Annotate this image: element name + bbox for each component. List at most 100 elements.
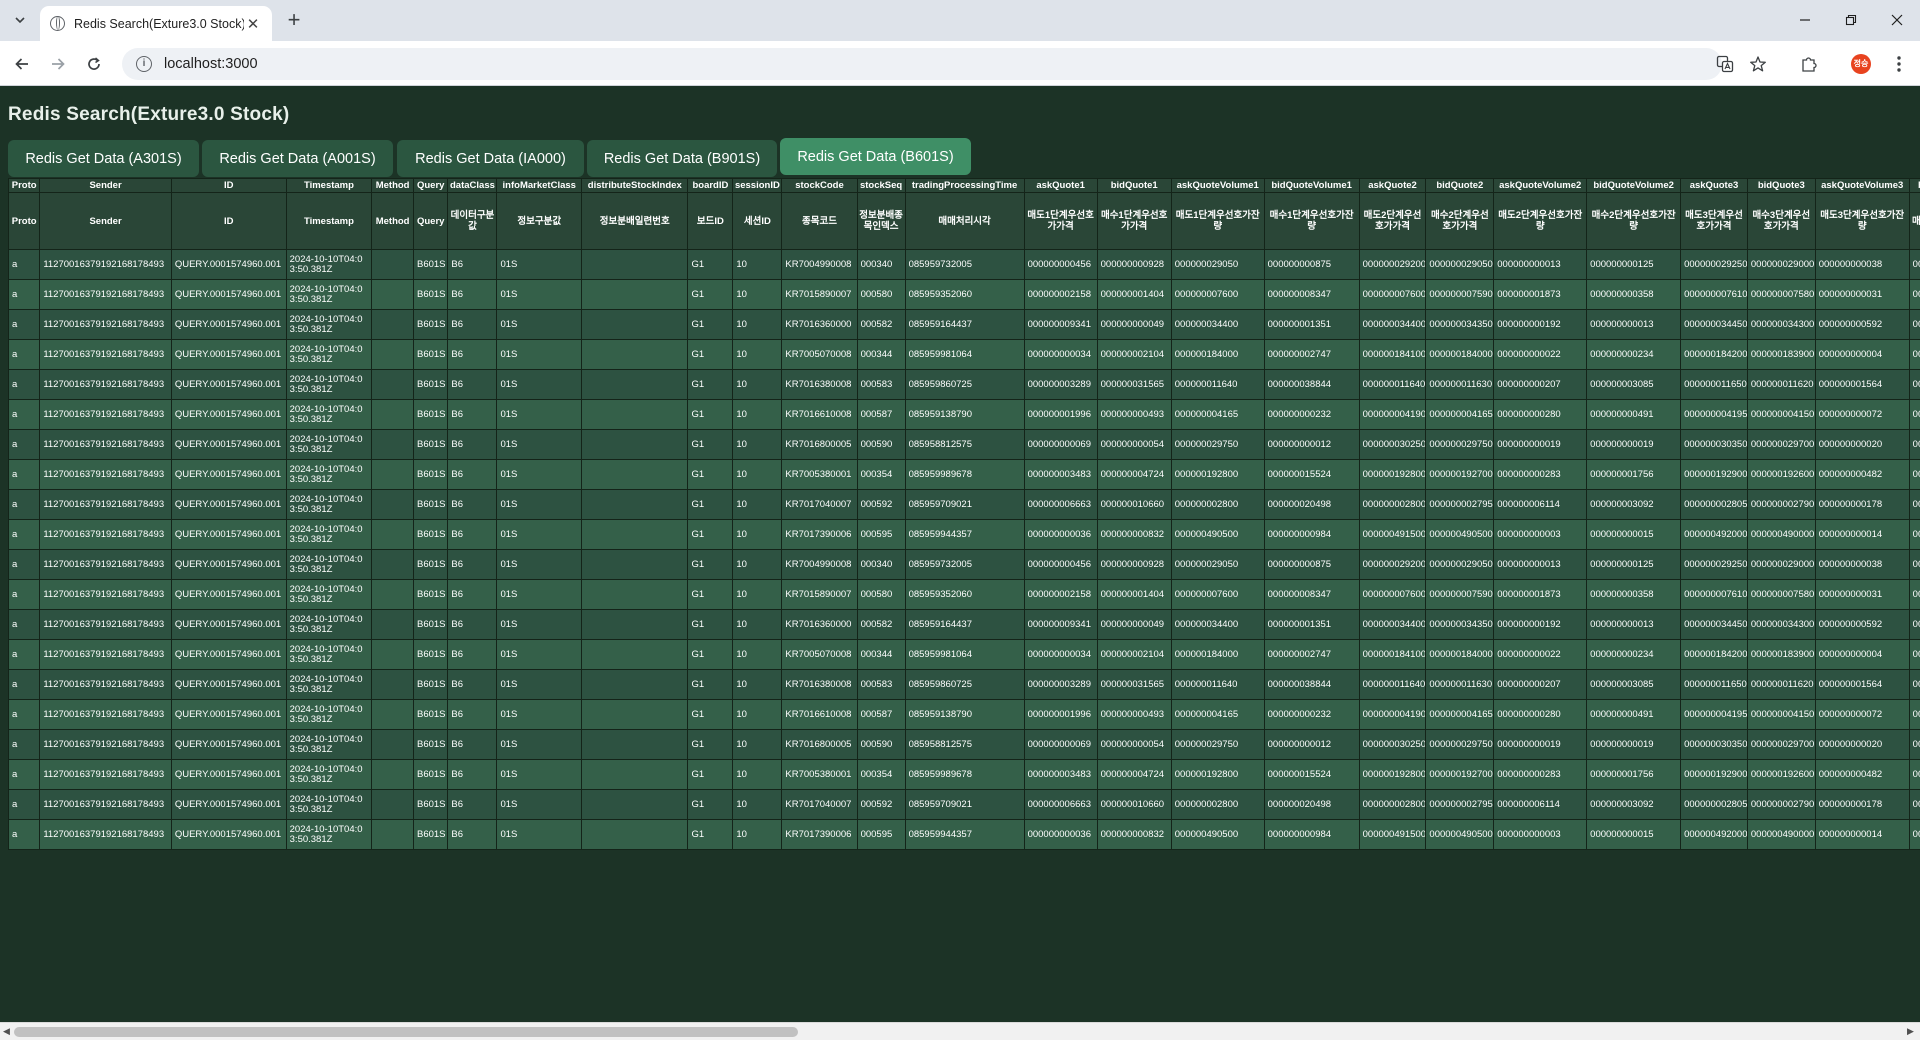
table-cell: 000000491500 [1358, 519, 1427, 550]
table-row[interactable]: a 11270016379192168178493 QUERY.0001574960… [7, 429, 1920, 460]
table-row[interactable]: a 11270016379192168178493 QUERY.0001574960… [7, 519, 1920, 550]
table-row[interactable]: a 11270016379192168178493 QUERY.0001574960… [7, 729, 1920, 760]
table-cell: 01S [496, 549, 583, 580]
table-cell: 000583 [856, 369, 906, 400]
table-cell: 000000000034 [1023, 339, 1098, 370]
close-tab-icon[interactable]: ✕ [244, 15, 262, 33]
data-table: Proto Sender ID Timestamp Method Query dataCla… [7, 178, 1920, 850]
table-cell: 000590 [856, 429, 906, 460]
table-cell: 11270016379192168178493 [39, 549, 172, 580]
table-row[interactable]: a 11270016379192168178493 QUERY.0001574960… [7, 789, 1920, 820]
table-row[interactable]: a 11270016379192168178493 QUERY.0001574960… [7, 279, 1920, 310]
column-header-local: 매수2단계우선호가잔량 [1586, 192, 1682, 250]
table-cell: 2024-10-10T04:03:50.381Z [285, 729, 373, 760]
table-cell: 10 [732, 399, 783, 430]
info-icon[interactable]: i [136, 56, 152, 72]
table-cell: 2024-10-10T04:03:50.381Z [285, 669, 373, 700]
table-cell: 2024-10-10T04:03:50.381Z [285, 429, 373, 460]
translate-button[interactable] [1711, 50, 1739, 78]
table-cell: 000000000019 [1493, 429, 1588, 460]
table-row[interactable]: a 11270016379192168178493 QUERY.0001574960… [7, 579, 1920, 610]
scroll-left-icon[interactable]: ◀ [3, 1026, 10, 1037]
column-header-en: bidQuote2 [1425, 178, 1495, 193]
reload-button[interactable] [80, 50, 108, 78]
puzzle-icon [1802, 57, 1817, 72]
address-text: localhost:3000 [164, 56, 258, 72]
table-cell [371, 669, 414, 700]
table-row[interactable]: a 11270016379192168178493 QUERY.0001574960… [7, 339, 1920, 370]
table-cell: 01S [496, 459, 583, 490]
table-row[interactable]: a 11270016379192168178493 QUERY.0001574960… [7, 249, 1920, 280]
scroll-right-icon[interactable]: ▶ [1907, 1026, 1914, 1037]
table-cell: B601S [412, 459, 449, 490]
restore-button[interactable] [1828, 8, 1874, 32]
table-cell [581, 489, 689, 520]
table-row[interactable]: a 11270016379192168178493 QUERY.0001574960… [7, 489, 1920, 520]
get-a301s-button[interactable]: Redis Get Data (A301S) [8, 140, 199, 177]
get-b601s-button[interactable]: Redis Get Data (B601S) [780, 138, 971, 175]
column-header-local: 매수3단계우선호가잔량 [1908, 192, 1920, 250]
table-cell: 11270016379192168178493 [39, 819, 172, 850]
table-row[interactable]: a 11270016379192168178493 QUERY.0001574960… [7, 609, 1920, 640]
extensions-button[interactable] [1795, 50, 1823, 78]
table-cell: G1 [687, 609, 734, 640]
table-cell: 000000002790 [1746, 789, 1816, 820]
table-cell: 000000492000 [1680, 519, 1748, 550]
table-row[interactable]: a 11270016379192168178493 QUERY.0001574960… [7, 699, 1920, 730]
address-bar[interactable]: i localhost:3000 [122, 48, 1722, 80]
scrollbar-thumb[interactable] [14, 1027, 798, 1037]
new-tab-button[interactable]: + [282, 9, 306, 33]
table-cell [371, 249, 414, 280]
table-cell: 085959944357 [904, 819, 1025, 850]
more-vertical-icon [1897, 56, 1901, 72]
forward-button[interactable] [44, 50, 72, 78]
table-cell: 000000000014 [1814, 519, 1910, 550]
column-header-en: Sender [39, 178, 172, 193]
back-button[interactable] [8, 50, 36, 78]
table-cell: 01S [496, 639, 583, 670]
table-cell: 000000006663 [1023, 489, 1098, 520]
table-row[interactable]: a 11270016379192168178493 QUERY.0001574960… [7, 549, 1920, 580]
table-cell: 000000000493 [1096, 699, 1172, 730]
table-row[interactable]: a 11270016379192168178493 QUERY.0001574960… [7, 669, 1920, 700]
table-row[interactable]: a 11270016379192168178493 QUERY.0001574960… [7, 759, 1920, 790]
table-row[interactable]: a 11270016379192168178493 QUERY.0001574960… [7, 309, 1920, 340]
get-a001s-button[interactable]: Redis Get Data (A001S) [202, 140, 393, 177]
get-b901s-button[interactable]: Redis Get Data (B901S) [587, 140, 777, 177]
table-row[interactable]: a 11270016379192168178493 QUERY.0001574960… [7, 459, 1920, 490]
close-window-button[interactable] [1874, 8, 1920, 32]
tab-search-button[interactable] [8, 8, 32, 32]
table-cell: 000000001564 [1814, 669, 1910, 700]
table-cell: 01S [496, 789, 583, 820]
table-cell: 000000184200 [1680, 639, 1748, 670]
column-header-local: 매수1단계우선호가가격 [1096, 192, 1172, 250]
table-cell: 000000006663 [1023, 789, 1098, 820]
table-cell: KR7017390006 [781, 819, 858, 850]
table-row[interactable]: a 11270016379192168178493 QUERY.0001574960… [7, 369, 1920, 400]
table-row[interactable]: a 11270016379192168178493 QUERY.0001574960… [7, 639, 1920, 670]
table-cell: 000344 [856, 639, 906, 670]
browser-menu-button[interactable] [1885, 50, 1913, 78]
table-cell: a [7, 549, 41, 580]
arrow-right-icon [52, 58, 65, 70]
table-cell: B601S [412, 429, 449, 460]
minimize-button[interactable] [1782, 8, 1828, 32]
table-cell: 000000029050 [1425, 549, 1495, 580]
table-row[interactable]: a 11270016379192168178493 QUERY.0001574960… [7, 819, 1920, 850]
table-cell: 10 [732, 549, 783, 580]
get-ia000-button[interactable]: Redis Get Data (IA000) [397, 140, 584, 177]
browser-tab-active[interactable]: Redis Search(Exture3.0 Stock) ✕ [40, 6, 272, 41]
table-cell: 2024-10-10T04:03:50.381Z [285, 759, 373, 790]
profile-avatar[interactable]: 정승 [1851, 54, 1871, 74]
table-cell [371, 699, 414, 730]
table-cell: B6 [447, 579, 498, 610]
table-cell: 000000020498 [1263, 489, 1360, 520]
bookmark-button[interactable] [1744, 50, 1772, 78]
horizontal-scrollbar[interactable]: ◀ ▶ [0, 1022, 1920, 1040]
table-cell: 10 [732, 789, 783, 820]
table-row[interactable]: a 11270016379192168178493 QUERY.0001574960… [7, 399, 1920, 430]
table-cell: 085959138790 [904, 699, 1025, 730]
column-header-en: Method [371, 178, 414, 193]
table-cell: 11270016379192168178493 [39, 729, 172, 760]
table-cell: B6 [447, 429, 498, 460]
